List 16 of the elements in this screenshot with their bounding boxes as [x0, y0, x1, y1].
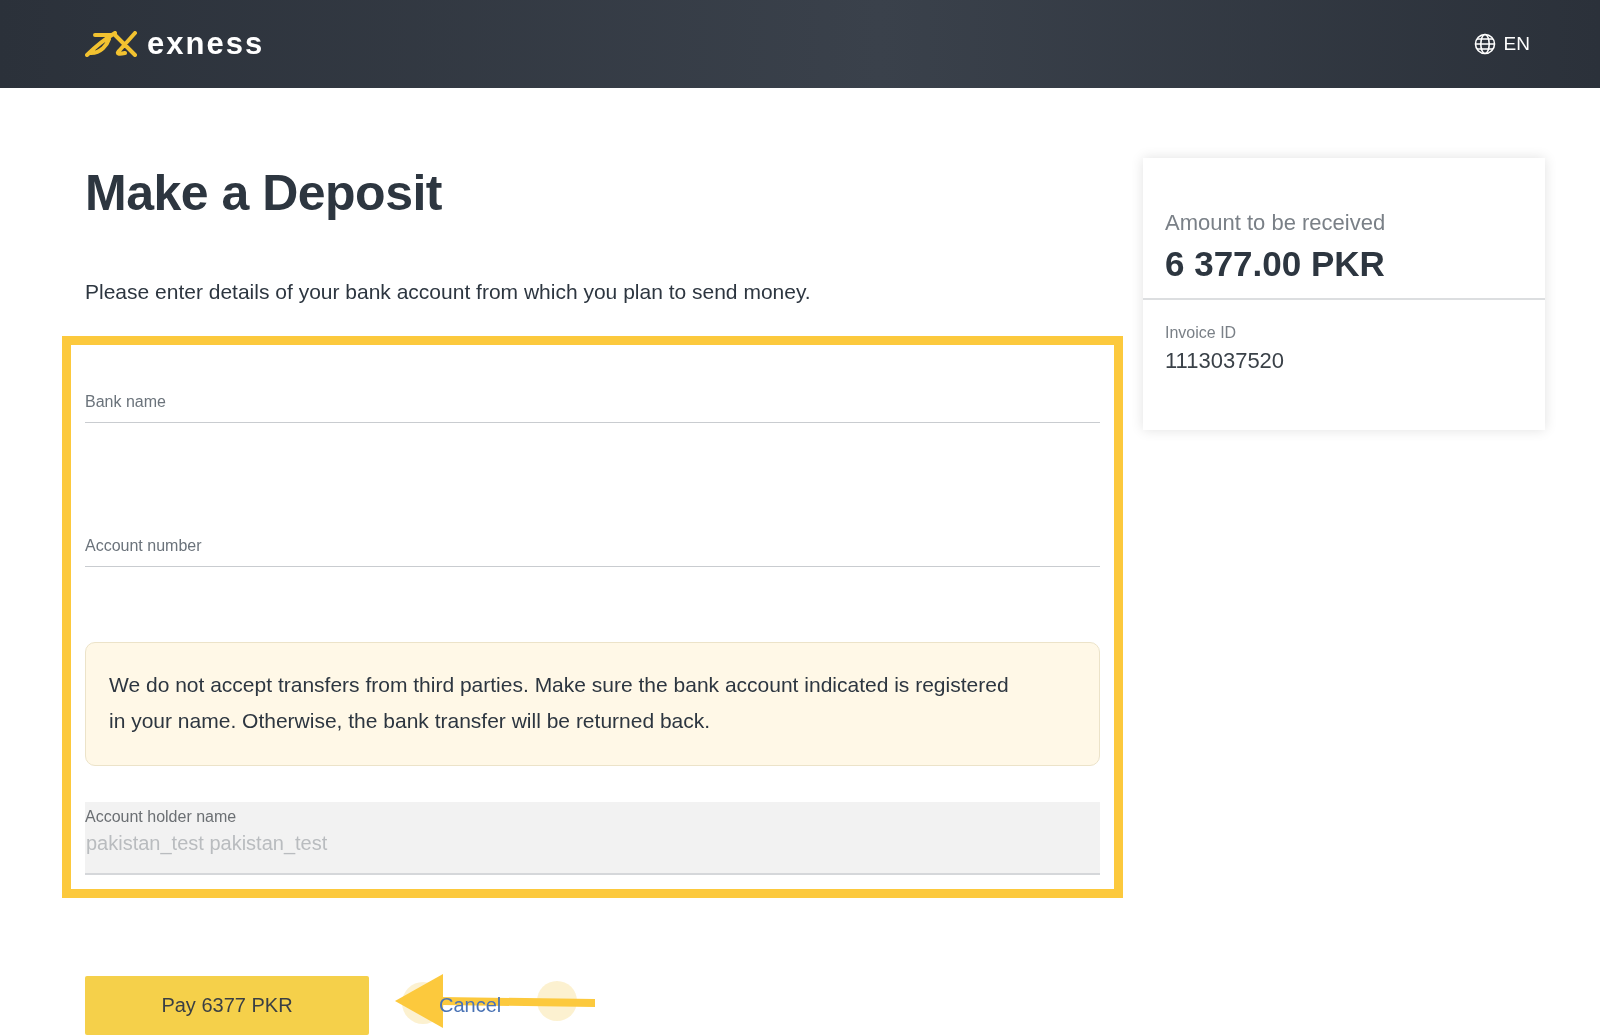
input-field[interactable]: Bank name — [85, 355, 1100, 423]
input-field[interactable]: Account number — [85, 499, 1100, 567]
field-label: Bank name — [85, 392, 167, 411]
pay-button[interactable]: Pay 6377 PKR — [85, 976, 369, 1035]
page-title: Make a Deposit — [85, 164, 443, 222]
field-label: Account holder name — [85, 808, 238, 826]
amount-value: 6 377.00 PKR — [1165, 244, 1386, 284]
logo-text[interactable]: exness — [147, 26, 265, 62]
amount-label: Amount to be received — [1165, 210, 1387, 236]
invoice-label: Invoice ID — [1165, 324, 1238, 342]
language-selector[interactable]: EN — [1503, 33, 1530, 55]
globe-icon[interactable] — [1473, 33, 1496, 55]
invoice-id: 1113037520 — [1165, 348, 1286, 374]
warning-notice: We do not accept transfers from third parties. Make sure the bank account indicated is registered in your name. Otherwise, the bank transfer will be returned back. — [85, 642, 1100, 766]
instruction-text: Please enter details of your bank account from which you plan to send money. — [85, 280, 812, 304]
field-label: Account number — [85, 536, 203, 555]
